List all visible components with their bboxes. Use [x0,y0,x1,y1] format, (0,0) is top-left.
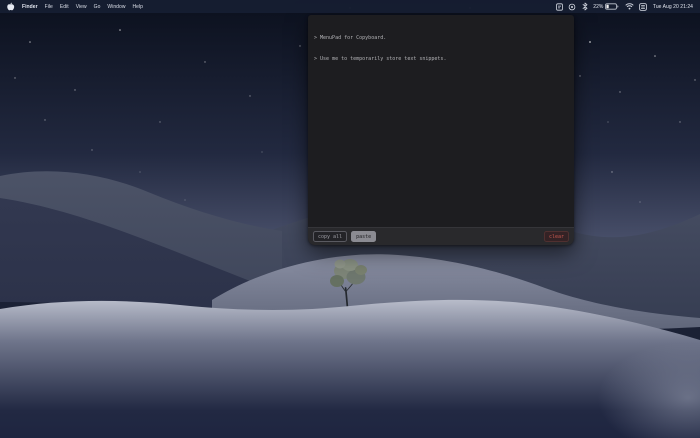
menupad-line: > Use me to temporarily store text snipp… [314,56,447,62]
apple-icon[interactable] [7,2,15,11]
menu-item-go[interactable]: Go [94,4,101,10]
menu-item-view[interactable]: View [76,4,87,10]
menu-item-help[interactable]: Help [133,4,143,10]
menu-item-file[interactable]: File [45,4,53,10]
menupad-icon[interactable] [555,2,563,11]
wifi-icon[interactable] [625,3,634,10]
menupad-text-area[interactable]: > MenuPad for Copyboard. > Use me to tem… [308,15,574,227]
menu-item-edit[interactable]: Edit [60,4,69,10]
menu-bar: Finder File Edit View Go Window Help 22% [0,0,700,13]
menu-bar-left: Finder File Edit View Go Window Help [7,2,143,11]
battery-percent-label: 22% [593,3,604,10]
copy-all-button[interactable]: copy all [313,231,348,242]
control-center-icon[interactable] [639,2,648,11]
desktop: { "menu_bar": { "app_name": "Finder", "m… [0,0,700,438]
menu-item-window[interactable]: Window [107,4,125,10]
gear-icon[interactable] [568,3,576,11]
paste-button[interactable]: paste [351,231,377,242]
menu-bar-clock[interactable]: Tue Aug 20 21:24 [653,4,693,10]
menupad-toolbar: copy all paste clear [308,227,574,245]
active-app-name[interactable]: Finder [22,4,38,10]
battery-status[interactable]: 22% [593,3,619,10]
bluetooth-icon[interactable] [582,2,588,11]
battery-icon [605,3,619,10]
menupad-line: > MenuPad for Copyboard. [314,35,387,41]
menupad-window: > MenuPad for Copyboard. > Use me to tem… [308,15,574,245]
clear-button[interactable]: clear [543,231,569,242]
menu-bar-status: 22% Tue Aug 20 21:24 [555,2,693,11]
